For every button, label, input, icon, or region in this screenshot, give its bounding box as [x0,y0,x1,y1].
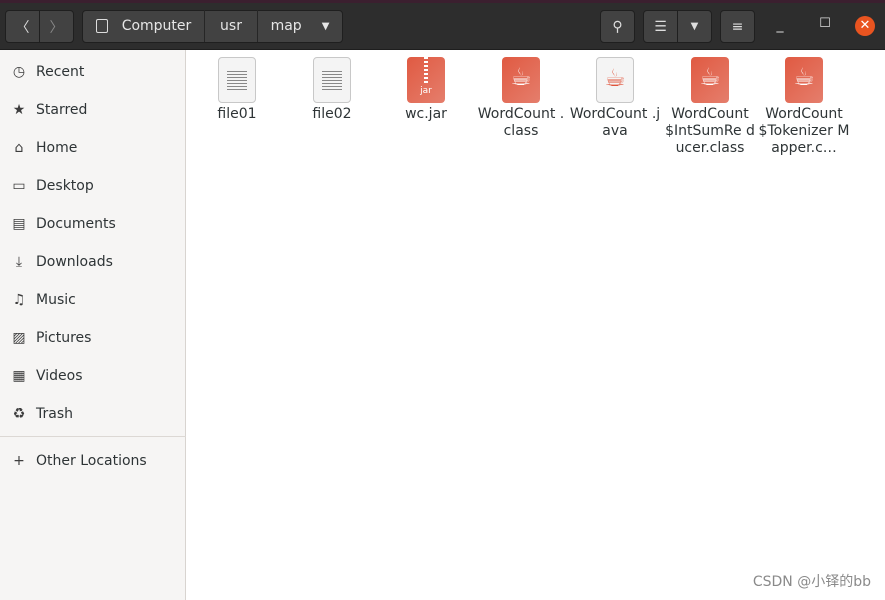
home-icon: ⌂ [14,140,24,156]
sidebar-item-label: Trash [36,406,73,422]
caret-down-icon: ▼ [690,21,699,32]
file-name: WordCount .class [477,106,565,139]
caret-down-icon: ▼ [321,20,330,32]
download-icon: ⤓ [15,254,23,270]
sidebar-item-label: Other Locations [36,453,147,469]
sidebar-item-label: Music [36,292,76,308]
sidebar-item-label: Home [36,140,78,156]
jar-archive-icon: jar [407,57,445,103]
plus-icon: + [13,453,25,469]
sidebar-item-videos[interactable]: ▦ Videos [0,358,186,394]
sidebar-item-label: Downloads [36,254,113,270]
document-icon: ▤ [12,216,26,232]
search-button[interactable]: ⚲ [600,10,635,43]
java-class-icon: ☕ [785,57,823,103]
breadcrumb-usr[interactable]: usr [205,10,258,42]
breadcrumb-label: usr [220,18,242,34]
file-item[interactable]: ☕ WordCount $Tokenizer Mapper.c… [757,57,851,157]
sidebar-item-label: Recent [36,64,85,80]
chevron-right-icon: 〉 [49,19,64,36]
minimize-icon: _ [776,17,784,33]
view-options-button[interactable]: ▼ [677,10,712,43]
file-name: file02 [312,106,352,122]
file-item[interactable]: jar wc.jar [379,57,473,123]
sidebar: + Other Locations ◷ Recent ★ Starred ⌂ Home ▭ De… [0,50,186,600]
sidebar-item-home[interactable]: ⌂ Home [0,130,186,166]
watermark: CSDN @小铎的bb [752,574,871,590]
close-icon: ✕ [859,18,871,33]
trash-icon: ♻ [12,406,26,422]
sidebar-divider [0,436,186,437]
sidebar-item-label: Starred [36,102,88,118]
maximize-button[interactable]: ☐ [815,16,835,36]
breadcrumb-label: Computer [121,18,192,34]
drive-icon [95,19,108,33]
file-item[interactable]: file02 [285,57,379,123]
breadcrumb-computer[interactable]: Computer [83,10,205,42]
breadcrumb-label: map [270,18,302,34]
file-item[interactable]: ☕ WordCount $IntSumRe ducer.class [663,57,757,157]
file-item[interactable]: ☕ WordCount .java [568,57,662,140]
text-file-icon [218,57,256,103]
music-icon: ♫ [12,292,26,308]
sidebar-item-documents[interactable]: ▤ Documents [0,206,186,242]
sidebar-item-label: Desktop [36,178,94,194]
view-list-button[interactable]: ☰ [643,10,678,43]
java-class-icon: ☕ [691,57,729,103]
list-icon: ☰ [654,18,667,35]
minimize-button[interactable]: _ [770,17,790,37]
file-name: WordCount $IntSumRe ducer.class [665,106,755,156]
menu-button[interactable]: ≡ [720,10,755,43]
file-item[interactable]: file01 [190,57,284,123]
file-name: file01 [217,106,257,122]
sidebar-item-recent[interactable]: ◷ Recent [0,54,186,90]
sidebar-item-other-locations[interactable]: + Other Locations [0,443,186,479]
search-icon: ⚲ [612,18,623,35]
sidebar-item-desktop[interactable]: ▭ Desktop [0,168,186,204]
video-icon: ▦ [12,368,26,384]
sidebar-item-downloads[interactable]: ⤓ Downloads [0,244,186,280]
back-button[interactable]: 〈 [5,10,40,43]
close-button[interactable]: ✕ [855,16,875,36]
sidebar-item-trash[interactable]: ♻ Trash [0,396,186,432]
sidebar-item-pictures[interactable]: ▨ Pictures [0,320,186,356]
file-name: WordCount .java [569,106,661,139]
sidebar-item-label: Videos [36,368,83,384]
file-item[interactable]: ☕ WordCount .class [474,57,568,140]
star-icon: ★ [12,102,26,118]
sidebar-item-starred[interactable]: ★ Starred [0,92,186,128]
forward-button[interactable]: 〉 [39,10,74,43]
breadcrumb-map[interactable]: map ▼ [258,10,342,42]
desktop-icon: ▭ [12,178,26,194]
file-name: WordCount $Tokenizer Mapper.c… [758,106,850,156]
maximize-icon: ☐ [819,16,831,31]
sidebar-item-label: Documents [36,216,116,232]
sidebar-item-music[interactable]: ♫ Music [0,282,186,318]
picture-icon: ▨ [12,330,26,346]
sidebar-item-label: Pictures [36,330,92,346]
file-name: wc.jar [405,106,447,122]
java-source-icon: ☕ [596,57,634,103]
chevron-left-icon: 〈 [15,19,30,36]
header-bar: 〈 〉 Computer usr map ▼ ⚲ ☰ ▼ ≡ _ ☐ ✕ [0,3,885,50]
clock-icon: ◷ [12,64,26,80]
hamburger-icon: ≡ [731,18,744,35]
text-file-icon [313,57,351,103]
java-class-icon: ☕ [502,57,540,103]
